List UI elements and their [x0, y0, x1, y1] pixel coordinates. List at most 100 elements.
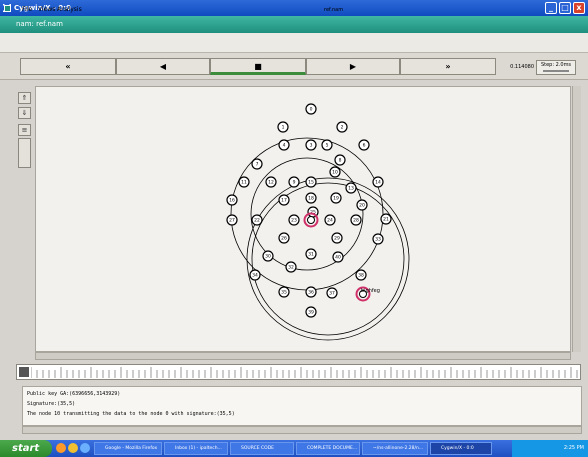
- time-slider-thumb[interactable]: [19, 367, 29, 377]
- node-number: 5: [326, 143, 329, 149]
- step-slider-track[interactable]: [543, 70, 569, 72]
- network-node[interactable]: 33: [372, 233, 384, 245]
- node-number: 40: [335, 255, 341, 261]
- taskbar-app-cygwin[interactable]: Cygwin/X - 0:0: [430, 442, 492, 455]
- network-node[interactable]: 27: [226, 214, 238, 226]
- nam-titlebar[interactable]: nam: ref.nam: [0, 16, 588, 33]
- node-number: 32: [288, 265, 294, 271]
- clock[interactable]: 2:25 PM: [564, 445, 584, 451]
- network-node[interactable]: 0: [305, 103, 317, 115]
- network-node[interactable]: 21: [380, 213, 392, 225]
- canvas-vertical-scrollbar[interactable]: [572, 86, 581, 352]
- time-slider[interactable]: [16, 364, 581, 380]
- network-node[interactable]: 3: [305, 139, 317, 151]
- network-node[interactable]: 13: [345, 182, 357, 194]
- network-node[interactable]: 39: [305, 306, 317, 318]
- node-number: 1: [282, 125, 285, 131]
- window-titlebar[interactable]: Cygwin/X - 0:0: [0, 0, 588, 16]
- network-node[interactable]: 7: [251, 158, 263, 170]
- stop-button[interactable]: ■: [210, 58, 306, 75]
- network-node[interactable]: 29: [331, 232, 343, 244]
- zoom-sidebar: ⇑ ⇓ ≡: [16, 86, 33, 356]
- firefox-icon[interactable]: [56, 443, 66, 453]
- trace-filename: ref.nam: [324, 7, 344, 13]
- network-node[interactable]: 36: [305, 286, 317, 298]
- network-node[interactable]: 23: [288, 214, 300, 226]
- network-node[interactable]: 12: [265, 176, 277, 188]
- taskbar-app-inbox[interactable]: Inbox (1) - ipaltech...: [164, 442, 228, 455]
- system-tray: 2:25 PM: [512, 440, 588, 457]
- network-node[interactable]: 2: [336, 121, 348, 133]
- network-node[interactable]: 1: [277, 121, 289, 133]
- play-button[interactable]: ▶: [306, 58, 400, 75]
- range-circle: [251, 182, 405, 336]
- node-number: 37: [329, 291, 335, 297]
- network-node[interactable]: 26: [278, 232, 290, 244]
- node-number: 34: [252, 273, 258, 279]
- taskbar-app-document[interactable]: COMPLETE DOCUME...: [296, 442, 360, 455]
- node-number: 20: [359, 203, 365, 209]
- canvas-horizontal-scrollbar[interactable]: [35, 352, 571, 360]
- menu-file[interactable]: File: [22, 6, 32, 13]
- node-label: bighfeg: [361, 288, 380, 294]
- nam-title: nam: ref.nam: [16, 20, 63, 28]
- maximize-button[interactable]: □: [559, 2, 571, 14]
- network-node[interactable]: 10: [329, 166, 341, 178]
- network-node[interactable]: 40: [332, 251, 344, 263]
- browser-icon[interactable]: [68, 443, 78, 453]
- network-node[interactable]: 16: [226, 194, 238, 206]
- network-node[interactable]: 19: [330, 192, 342, 204]
- menu-views[interactable]: Views: [38, 6, 55, 13]
- network-node[interactable]: 4: [278, 139, 290, 151]
- console-scrollbar[interactable]: [22, 426, 582, 434]
- network-node[interactable]: 15: [305, 176, 317, 188]
- menu-analysis[interactable]: Analysis: [57, 6, 82, 13]
- network-graph: 01 234 5 67891011 1213141516 17 18 19202122 23 24…: [226, 103, 410, 341]
- zoom-out-icon[interactable]: ⇓: [18, 107, 31, 119]
- close-button[interactable]: x: [573, 2, 585, 14]
- layout-icon[interactable]: [18, 138, 31, 168]
- nam-window-icon: [4, 5, 11, 12]
- node-number: 0: [310, 107, 313, 113]
- network-node[interactable]: 18: [305, 192, 317, 204]
- start-button[interactable]: start: [0, 440, 52, 457]
- taskbar-app-source-code[interactable]: SOURCE CODE: [230, 442, 294, 455]
- ie-icon[interactable]: [80, 443, 90, 453]
- taskbar-app-terminal[interactable]: ~/ns-allinone-2.28/n...: [362, 442, 428, 455]
- taskbar-app-firefox[interactable]: Google - Mozilla Firefox: [94, 442, 162, 455]
- network-node[interactable]: 35: [278, 286, 290, 298]
- time-display: 0.114080: [510, 64, 534, 70]
- network-node[interactable]: 32: [285, 261, 297, 273]
- network-node[interactable]: 38: [355, 269, 367, 281]
- node-number: 12: [268, 180, 274, 186]
- fast-forward-button[interactable]: »: [400, 58, 496, 75]
- network-node[interactable]: 6: [358, 139, 370, 151]
- network-node[interactable]: 17: [278, 194, 290, 206]
- network-node[interactable]: 22: [251, 214, 263, 226]
- node-number: 19: [333, 196, 339, 202]
- network-canvas[interactable]: 0 1 2 3 4 5 6 7 8 9 10 11 12 13 14 15 16 17 18 19 20 21 22 23 24…: [35, 86, 571, 352]
- zoom-in-icon[interactable]: ⇑: [18, 92, 31, 104]
- network-node[interactable]: 24: [324, 214, 336, 226]
- network-node[interactable]: 11: [238, 176, 250, 188]
- node-number: 3: [310, 143, 313, 149]
- pan-icon[interactable]: ≡: [18, 124, 31, 136]
- node-number: 14: [375, 180, 381, 186]
- network-node[interactable]: 14: [372, 176, 384, 188]
- step-slider[interactable]: Step: 2.0ms: [536, 60, 576, 75]
- network-node[interactable]: 34: [249, 269, 261, 281]
- network-node[interactable]: 30: [262, 250, 274, 262]
- network-node[interactable]: 31: [305, 248, 317, 260]
- node-number: 33: [375, 237, 381, 243]
- network-node[interactable]: 28: [350, 214, 362, 226]
- network-node[interactable]: 20: [356, 199, 368, 211]
- step-back-button[interactable]: ◀: [116, 58, 210, 75]
- node-number: 29: [334, 236, 340, 242]
- node-circle[interactable]: [307, 216, 315, 224]
- minimize-button[interactable]: _: [545, 2, 557, 14]
- network-node[interactable]: 5: [321, 139, 333, 151]
- network-node[interactable]: 37: [326, 287, 338, 299]
- rewind-button[interactable]: «: [20, 58, 116, 75]
- network-node[interactable]: 8: [334, 154, 346, 166]
- network-node[interactable]: 9: [288, 176, 300, 188]
